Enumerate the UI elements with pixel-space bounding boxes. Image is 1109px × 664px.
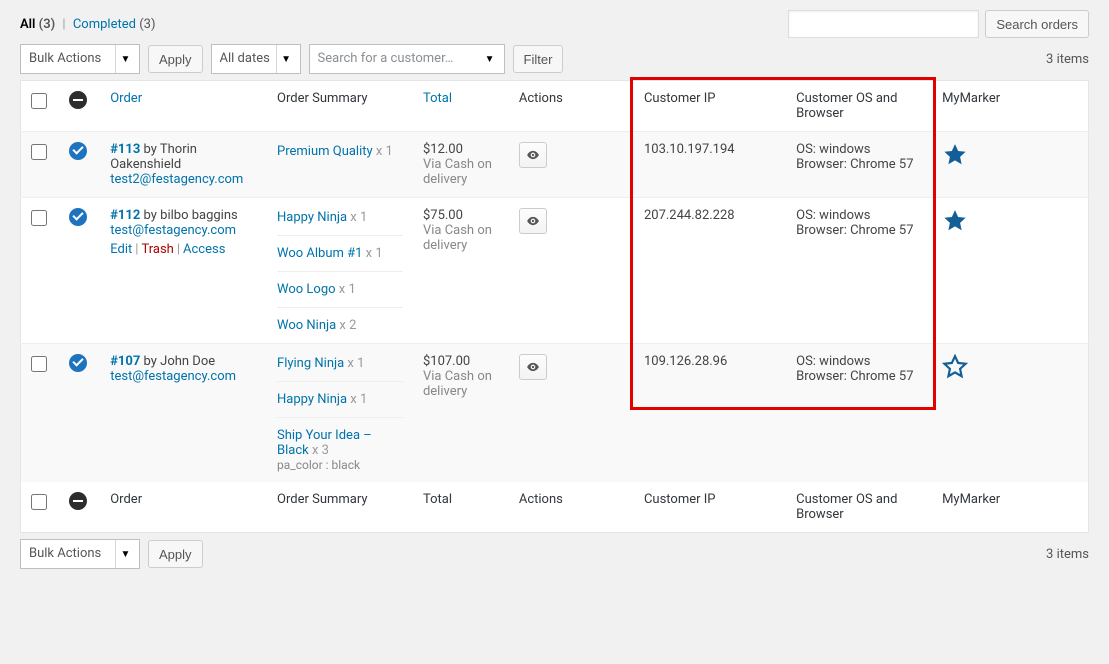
product-meta: pa_color : black xyxy=(277,458,403,472)
product-link[interactable]: Premium Quality xyxy=(277,144,373,159)
customer-browser: Browser: Chrome 57 xyxy=(796,369,922,384)
preview-button[interactable] xyxy=(519,354,547,380)
product-qty: x 1 xyxy=(362,246,382,261)
summary-item: Woo Album #1 x 1 xyxy=(277,244,403,272)
product-link[interactable]: Happy Ninja xyxy=(277,210,347,225)
filter-completed[interactable]: Completed (3) xyxy=(73,17,156,32)
col-marker: MyMarker xyxy=(932,81,1088,132)
col-order[interactable]: Order xyxy=(100,81,267,132)
access-link[interactable]: Access xyxy=(183,242,225,257)
order-total: $107.00 xyxy=(423,354,499,369)
bulk-actions-select-bottom[interactable]: Bulk Actions ▼ xyxy=(20,539,140,569)
payment-via: Via Cash on delivery xyxy=(423,223,499,253)
chevron-down-icon: ▼ xyxy=(480,45,500,73)
customer-os: OS: windows xyxy=(796,354,922,369)
row-checkbox[interactable] xyxy=(31,144,47,160)
order-link[interactable]: #107 xyxy=(110,354,140,369)
product-qty: x 3 xyxy=(309,443,329,458)
col-actions: Actions xyxy=(509,81,634,132)
order-email[interactable]: test@festagency.com xyxy=(110,369,236,384)
search-box: Search orders xyxy=(788,10,1089,38)
product-link[interactable]: Happy Ninja xyxy=(277,392,347,407)
summary-item: Flying Ninja x 1 xyxy=(277,354,403,382)
col-total[interactable]: Total xyxy=(413,81,509,132)
customer-os: OS: windows xyxy=(796,142,922,157)
status-footer-icon xyxy=(69,492,87,510)
summary-item: Woo Ninja x 2 xyxy=(277,316,403,333)
summary-item: Premium Quality x 1 xyxy=(277,142,403,159)
summary-item: Happy Ninja x 1 xyxy=(277,208,403,236)
preview-button[interactable] xyxy=(519,208,547,234)
order-by: by John Doe xyxy=(140,354,215,369)
row-checkbox[interactable] xyxy=(31,356,47,372)
search-input[interactable] xyxy=(788,10,979,38)
col-order-foot[interactable]: Order xyxy=(100,482,267,533)
apply-button[interactable]: Apply xyxy=(148,45,203,73)
product-link[interactable]: Woo Ninja xyxy=(277,318,336,333)
customer-os: OS: windows xyxy=(796,208,922,223)
apply-button-bottom[interactable]: Apply xyxy=(148,540,203,568)
summary-item: Ship Your Idea – Black x 3pa_color : bla… xyxy=(277,426,403,472)
edit-link[interactable]: Edit xyxy=(110,242,132,257)
dates-filter[interactable]: All dates ▼ xyxy=(211,44,301,74)
summary-item: Happy Ninja x 1 xyxy=(277,390,403,418)
chevron-down-icon: ▼ xyxy=(115,45,135,73)
order-email[interactable]: test@festagency.com xyxy=(110,223,236,238)
marker-star-icon[interactable] xyxy=(942,223,968,238)
status-completed-icon xyxy=(69,208,87,226)
customer-ip: 207.244.82.228 xyxy=(634,198,786,344)
chevron-down-icon: ▼ xyxy=(115,540,135,568)
order-link[interactable]: #113 xyxy=(110,142,140,157)
filter-all[interactable]: All (3) xyxy=(20,17,58,32)
chevron-down-icon: ▼ xyxy=(276,45,296,73)
item-count: 3 items xyxy=(1046,52,1089,67)
product-qty: x 1 xyxy=(373,144,393,159)
product-link[interactable]: Flying Ninja xyxy=(277,356,344,371)
order-total: $12.00 xyxy=(423,142,499,157)
customer-browser: Browser: Chrome 57 xyxy=(796,157,922,172)
product-qty: x 1 xyxy=(344,356,364,371)
status-completed-icon xyxy=(69,142,87,160)
product-qty: x 1 xyxy=(336,282,356,297)
status-completed-icon xyxy=(69,354,87,372)
payment-via: Via Cash on delivery xyxy=(423,369,499,399)
order-link[interactable]: #112 xyxy=(110,208,140,223)
product-qty: x 1 xyxy=(347,392,367,407)
customer-ip: 103.10.197.194 xyxy=(634,132,786,198)
select-all[interactable] xyxy=(31,93,47,109)
product-qty: x 2 xyxy=(336,318,356,333)
payment-via: Via Cash on delivery xyxy=(423,157,499,187)
search-button[interactable]: Search orders xyxy=(985,10,1089,38)
col-os: Customer OS and Browser xyxy=(786,81,932,132)
marker-star-icon[interactable] xyxy=(942,369,968,384)
product-link[interactable]: Woo Album #1 xyxy=(277,246,362,261)
filter-button[interactable]: Filter xyxy=(513,45,564,73)
row-actions: Edit|Trash|Access xyxy=(110,242,257,257)
status-filters: All (3) | Completed (3) xyxy=(20,17,155,32)
table-row: #107 by John Doetest@festagency.com Flyin… xyxy=(21,344,1089,483)
row-checkbox[interactable] xyxy=(31,210,47,226)
orders-table: Order Order Summary Total Actions Custom… xyxy=(20,80,1089,533)
select-all-foot[interactable] xyxy=(31,494,47,510)
order-email[interactable]: test2@festagency.com xyxy=(110,172,243,187)
customer-search[interactable]: Search for a customer… ▼ xyxy=(309,44,505,74)
col-summary: Order Summary xyxy=(267,81,413,132)
product-qty: x 1 xyxy=(347,210,367,225)
order-by: by bilbo baggins xyxy=(140,208,237,223)
customer-ip: 109.126.28.96 xyxy=(634,344,786,483)
table-row: #112 by bilbo bagginstest@festagency.com… xyxy=(21,198,1089,344)
col-ip: Customer IP xyxy=(634,81,786,132)
order-total: $75.00 xyxy=(423,208,499,223)
table-row: #113 by Thorin Oakenshieldtest2@festagen… xyxy=(21,132,1089,198)
marker-star-icon[interactable] xyxy=(942,157,968,172)
preview-button[interactable] xyxy=(519,142,547,168)
status-header-icon xyxy=(69,91,87,109)
trash-link[interactable]: Trash xyxy=(141,242,173,257)
item-count-bottom: 3 items xyxy=(1046,547,1089,562)
customer-browser: Browser: Chrome 57 xyxy=(796,223,922,238)
bulk-actions-select[interactable]: Bulk Actions ▼ xyxy=(20,44,140,74)
summary-item: Woo Logo x 1 xyxy=(277,280,403,308)
product-link[interactable]: Woo Logo xyxy=(277,282,336,297)
